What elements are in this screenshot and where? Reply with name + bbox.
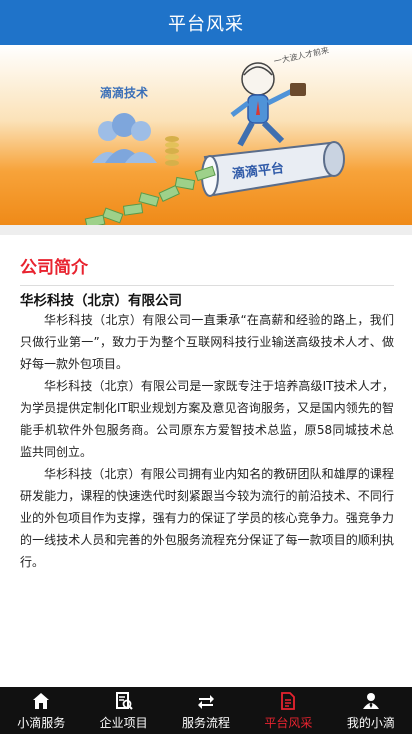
tube-illustration: 滴滴平台 — [201, 141, 345, 197]
coin-stack-illustration — [165, 136, 179, 166]
banner-illustration: 滴滴技术 滴滴平台 一大波人才前来 — [84, 45, 345, 225]
tab-label: 企业项目 — [99, 716, 148, 730]
tab-home[interactable]: 小滴服务 — [0, 687, 82, 734]
process-icon — [196, 691, 216, 711]
company-name: 华杉科技（北京）有限公司 — [20, 293, 182, 309]
project-icon — [114, 691, 134, 711]
app-header: 平台风采 — [0, 0, 412, 45]
tab-process[interactable]: 服务流程 — [165, 687, 247, 734]
tab-label: 服务流程 — [182, 716, 231, 730]
intro-paragraph: 华杉科技（北京）有限公司是一家既专注于培养高级IT技术人才，为学员提供定制化IT… — [20, 379, 394, 459]
tab-label: 我的小滴 — [346, 716, 395, 730]
tab-label: 小滴服务 — [17, 716, 66, 730]
tab-label: 平台风采 — [264, 716, 313, 730]
tab-projects[interactable]: 企业项目 — [82, 687, 164, 734]
page-title: 平台风采 — [168, 13, 244, 35]
intro-paragraph: 华杉科技（北京）有限公司拥有业内知名的教研团队和雄厚的课程研发能力，课程的快速迭… — [20, 467, 394, 569]
document-icon — [278, 691, 298, 711]
hero-banner: 滴滴技术 滴滴平台 一大波人才前来 — [0, 45, 412, 225]
running-man-illustration — [230, 62, 306, 147]
section-title: 公司简介 — [20, 258, 88, 278]
company-intro-section: 公司简介 华杉科技（北京）有限公司 华杉科技（北京）有限公司一直秉承“在高薪和经… — [0, 235, 412, 687]
intro-paragraphs: 华杉科技（北京）有限公司一直秉承“在高薪和经验的路上，我们只做行业第一”，致力于… — [20, 309, 394, 573]
speech-text: 一大波人才前来 — [273, 45, 330, 66]
tab-profile[interactable]: 我的小滴 — [330, 687, 412, 734]
divider — [20, 285, 394, 286]
bottom-tab-bar: 小滴服务 企业项目 服务流程 平台风采 我的小滴 — [0, 687, 412, 734]
tab-platform-showcase[interactable]: 平台风采 — [247, 687, 329, 734]
section-gap — [0, 225, 412, 235]
intro-paragraph: 华杉科技（北京）有限公司一直秉承“在高薪和经验的路上，我们只做行业第一”，致力于… — [20, 313, 394, 371]
home-icon — [31, 691, 51, 711]
user-icon — [361, 691, 381, 711]
left-logo-text: 滴滴技术 — [100, 85, 148, 100]
people-group-illustration — [92, 113, 157, 163]
money-illustration — [84, 165, 216, 225]
